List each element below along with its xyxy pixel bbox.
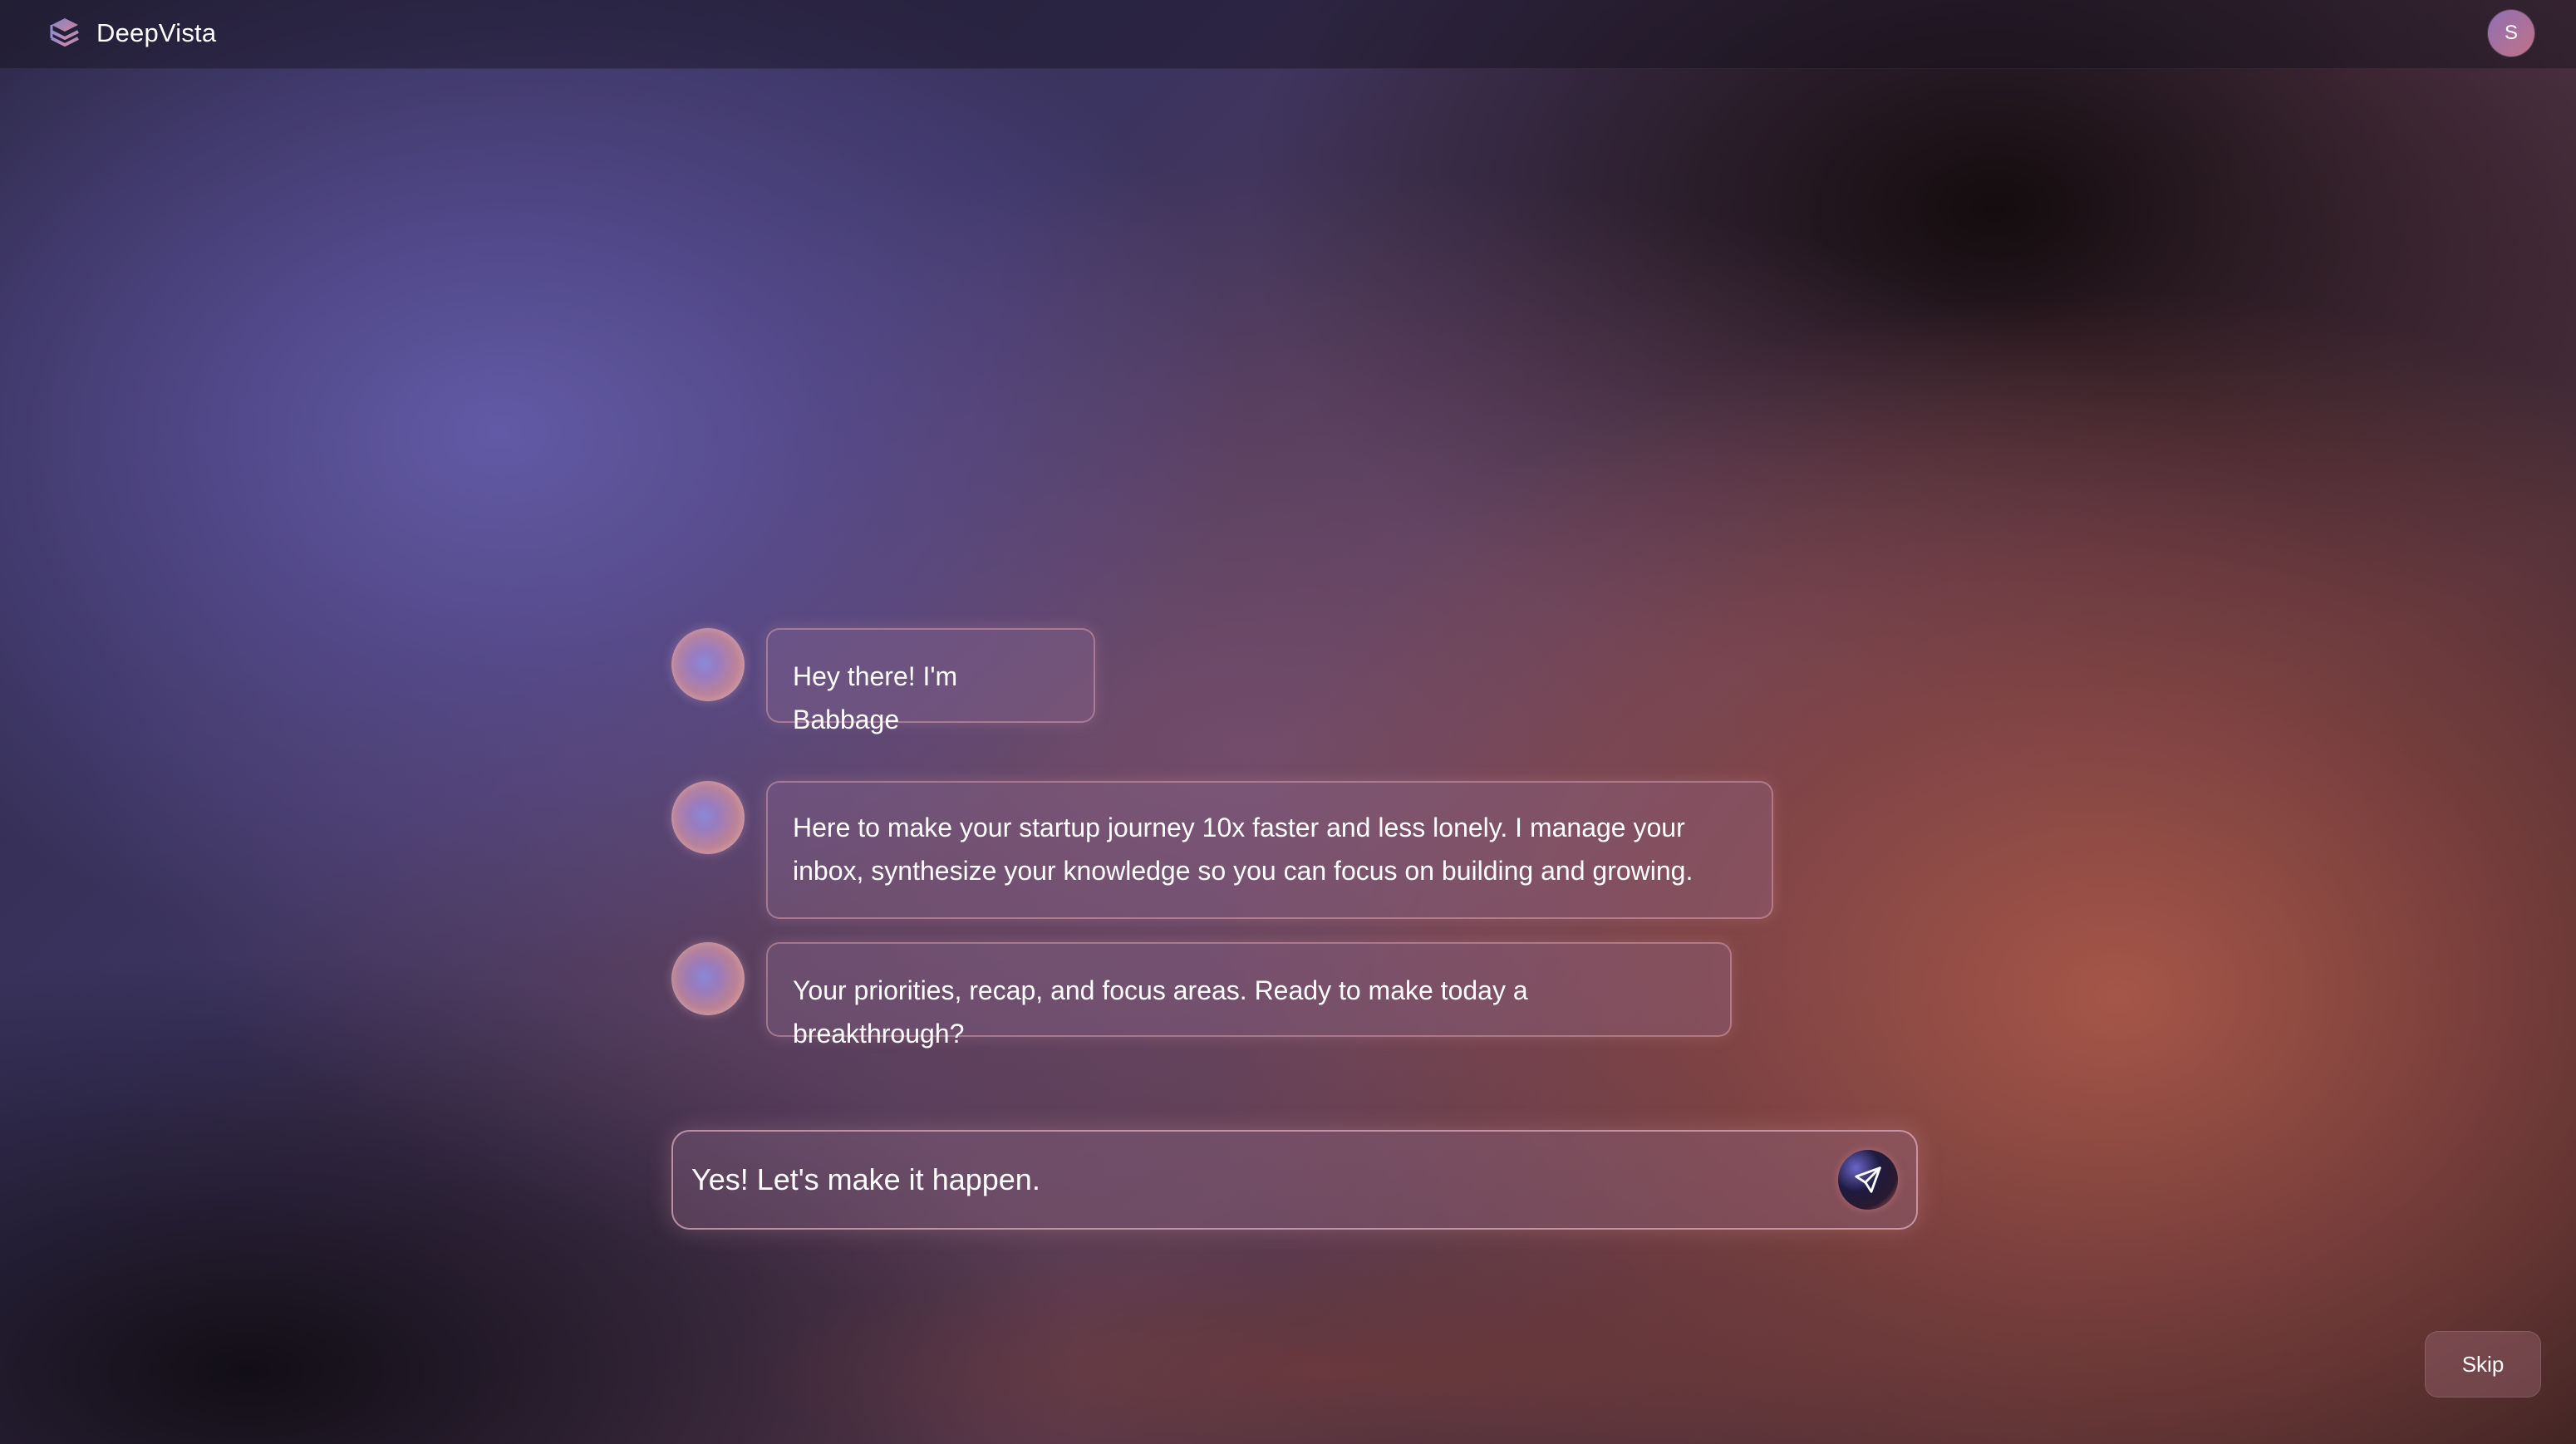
top-bar: DeepVista S (0, 0, 2576, 69)
bot-avatar (671, 781, 745, 854)
send-button[interactable] (1838, 1150, 1898, 1210)
message-bubble: Here to make your startup journey 10x fa… (766, 781, 1773, 919)
background-glow (748, 1246, 1911, 1444)
skip-button[interactable]: Skip (2425, 1331, 2541, 1397)
message-bubble: Hey there! I'm Babbage (766, 628, 1095, 734)
send-icon (1855, 1166, 1881, 1193)
bot-avatar (671, 628, 745, 701)
user-avatar[interactable]: S (2488, 10, 2534, 56)
bot-avatar (671, 942, 745, 1015)
chat-input[interactable] (691, 1150, 1821, 1210)
brand[interactable]: DeepVista (45, 13, 216, 53)
message-bubble: Your priorities, recap, and focus areas.… (766, 942, 1732, 1049)
chat-message: Your priorities, recap, and focus areas.… (671, 942, 1732, 1049)
chat-message: Here to make your startup journey 10x fa… (671, 781, 1773, 919)
deepvista-logo-icon (50, 18, 79, 47)
chat-input-container (671, 1130, 1918, 1230)
chat-message: Hey there! I'm Babbage (671, 628, 1095, 734)
app-name: DeepVista (96, 18, 217, 47)
